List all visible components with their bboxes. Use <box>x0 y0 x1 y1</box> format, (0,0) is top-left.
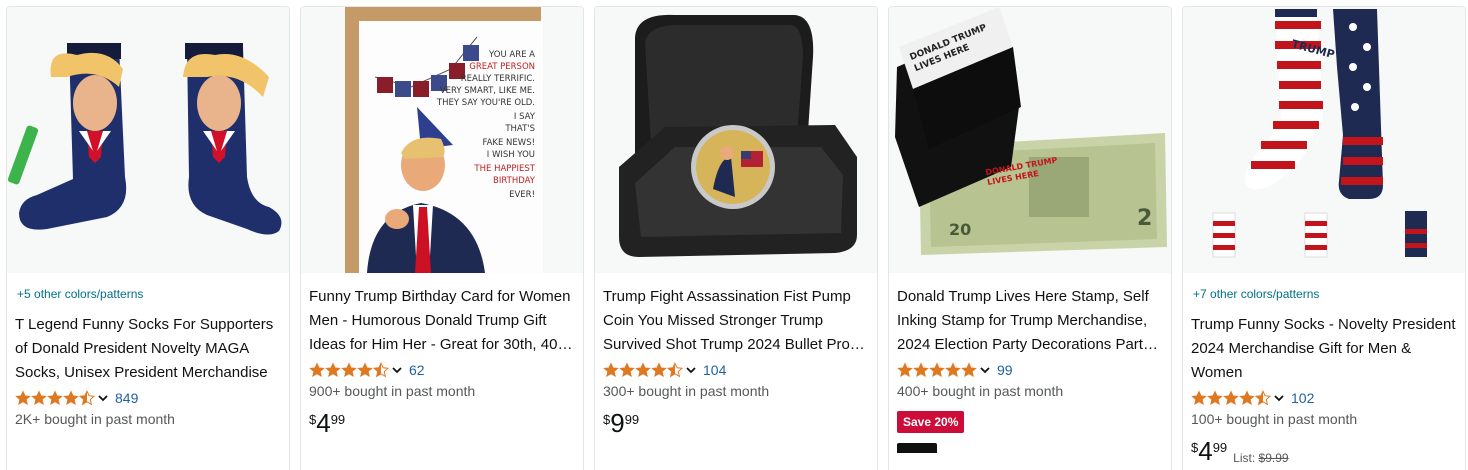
star-icon <box>929 362 945 378</box>
rating-count[interactable]: 99 <box>997 362 1013 378</box>
rating-row[interactable]: 849 <box>15 387 281 409</box>
chevron-down-icon[interactable] <box>1273 392 1285 404</box>
half-star-icon <box>667 362 683 378</box>
star-icon <box>341 362 357 378</box>
half-star-icon <box>79 390 95 406</box>
rating-row[interactable]: 99 <box>897 359 1163 381</box>
list-price: List: $9.99 <box>1233 451 1288 465</box>
card-message-line: YOU ARE A <box>488 50 535 60</box>
bought-count: 2K+ bought in past month <box>15 411 175 427</box>
star-icon <box>63 390 79 406</box>
product-card[interactable]: YOU ARE A GREAT PERSON REALLY TERRIFIC. … <box>300 6 584 470</box>
card-message-line: THAT'S <box>504 124 535 134</box>
price-partial <box>897 443 937 453</box>
star-icon <box>15 390 31 406</box>
other-colors-link[interactable]: +7 other colors/patterns <box>1193 287 1457 301</box>
product-image[interactable] <box>7 7 289 273</box>
bought-count: 900+ bought in past month <box>309 383 476 399</box>
list-price-label: List: <box>1233 451 1256 465</box>
product-card[interactable]: TRUMP +7 other colors/patterns Trump Fun… <box>1182 6 1466 470</box>
product-image[interactable]: 20 2 DONALD TRUMP LIVES HERE DONALD TRUM… <box>889 7 1171 273</box>
star-icon <box>635 362 651 378</box>
list-price-value: $9.99 <box>1258 451 1289 465</box>
product-card[interactable]: 20 2 DONALD TRUMP LIVES HERE DONALD TRUM… <box>888 6 1172 470</box>
product-image[interactable]: TRUMP <box>1183 7 1465 273</box>
rating-count[interactable]: 62 <box>409 362 425 378</box>
product-title[interactable]: Trump Fight Assassination Fist Pump Coin… <box>603 285 869 357</box>
chevron-down-icon[interactable] <box>97 392 109 404</box>
product-card[interactable]: +5 other colors/patterns T Legend Funny … <box>6 6 290 470</box>
price-symbol: $ <box>1191 440 1199 455</box>
rating-count[interactable]: 102 <box>1291 390 1314 406</box>
star-rating[interactable] <box>15 390 115 406</box>
card-message-line: BIRTHDAY <box>493 176 536 186</box>
product-title[interactable]: T Legend Funny Socks For Supporters of D… <box>15 313 281 385</box>
card-message-line: EVER! <box>509 190 535 200</box>
star-icon <box>897 362 913 378</box>
chevron-down-icon[interactable] <box>979 364 991 376</box>
star-icon <box>1239 390 1255 406</box>
card-message-line: THEY SAY YOU'RE OLD. <box>436 98 535 108</box>
price-symbol: $ <box>603 412 611 427</box>
rating-row[interactable]: 104 <box>603 359 869 381</box>
bought-count: 100+ bought in past month <box>1191 411 1358 427</box>
bought-count: 400+ bought in past month <box>897 383 1064 399</box>
rating-row[interactable]: 102 <box>1191 387 1457 409</box>
bill-denomination: 20 <box>949 220 971 239</box>
star-icon <box>47 390 63 406</box>
star-rating[interactable] <box>897 362 997 378</box>
half-star-icon <box>1255 390 1271 406</box>
product-title[interactable]: Donald Trump Lives Here Stamp, Self Inki… <box>897 285 1163 357</box>
product-card[interactable]: Trump Fight Assassination Fist Pump Coin… <box>594 6 878 470</box>
product-image[interactable] <box>595 7 877 273</box>
price[interactable]: $ 9 99 <box>603 409 869 437</box>
card-message-line: THE HAPPIEST <box>473 164 535 174</box>
star-icon <box>309 362 325 378</box>
price[interactable]: $ 4 99 <box>309 409 575 437</box>
half-star-icon <box>373 362 389 378</box>
other-colors-link[interactable]: +5 other colors/patterns <box>17 287 281 301</box>
card-message-line: REALLY TERRIFIC. <box>461 74 535 84</box>
price-fraction: 99 <box>624 412 640 427</box>
card-message-line: GREAT PERSON <box>469 62 535 72</box>
price-whole: 9 <box>610 408 625 438</box>
price-fraction: 99 <box>1212 440 1228 455</box>
star-icon <box>31 390 47 406</box>
bill-denomination: 2 <box>1137 206 1152 231</box>
price-whole: 4 <box>316 408 331 438</box>
card-message-line: FAKE NEWS! <box>482 138 535 148</box>
card-message-line: I WISH YOU <box>487 150 535 160</box>
star-rating[interactable] <box>309 362 409 378</box>
save-badge: Save 20% <box>897 411 965 433</box>
product-grid: +5 other colors/patterns T Legend Funny … <box>6 6 1466 470</box>
chevron-down-icon[interactable] <box>391 364 403 376</box>
star-icon <box>1191 390 1207 406</box>
card-message-line: VERY SMART, LIKE ME. <box>440 86 535 96</box>
rating-count[interactable]: 849 <box>115 390 138 406</box>
chevron-down-icon[interactable] <box>685 364 697 376</box>
rating-row[interactable]: 62 <box>309 359 575 381</box>
product-title[interactable]: Trump Funny Socks - Novelty President 20… <box>1191 313 1457 385</box>
price-fraction: 99 <box>330 412 346 427</box>
star-icon <box>603 362 619 378</box>
star-rating[interactable] <box>1191 390 1291 406</box>
star-icon <box>945 362 961 378</box>
price-whole: 4 <box>1198 436 1213 466</box>
bought-count: 300+ bought in past month <box>603 383 770 399</box>
star-icon <box>1207 390 1223 406</box>
rating-count[interactable]: 104 <box>703 362 726 378</box>
star-icon <box>1223 390 1239 406</box>
star-rating[interactable] <box>603 362 703 378</box>
product-image[interactable]: YOU ARE A GREAT PERSON REALLY TERRIFIC. … <box>301 7 583 273</box>
card-message-line: I SAY <box>514 112 536 122</box>
price-symbol: $ <box>309 412 317 427</box>
star-icon <box>651 362 667 378</box>
product-title[interactable]: Funny Trump Birthday Card for Women Men … <box>309 285 575 357</box>
star-icon <box>913 362 929 378</box>
star-icon <box>357 362 373 378</box>
star-icon <box>325 362 341 378</box>
star-icon <box>619 362 635 378</box>
price[interactable]: $ 4 99 List: $9.99 <box>1191 437 1457 465</box>
star-icon <box>961 362 977 378</box>
